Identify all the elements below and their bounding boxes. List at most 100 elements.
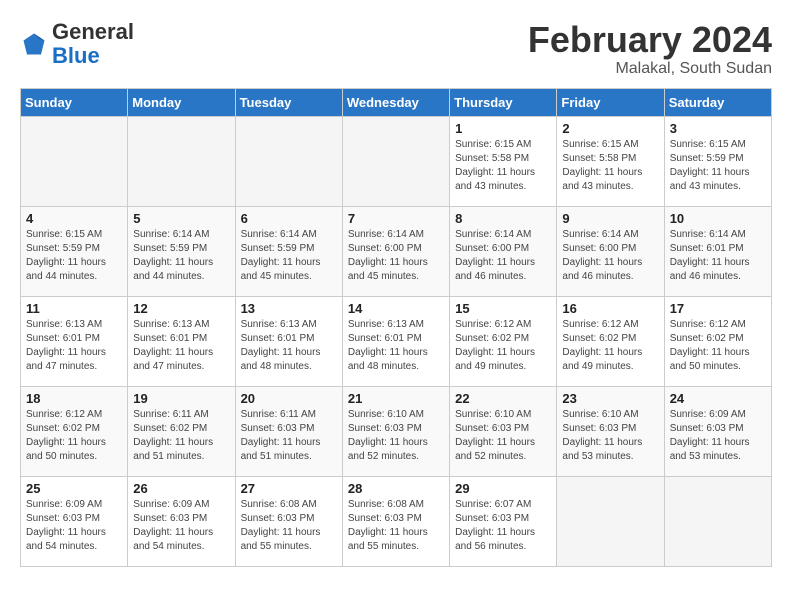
day-info: Sunrise: 6:13 AMSunset: 6:01 PMDaylight:… [26, 318, 122, 374]
day-number: 28 [348, 481, 444, 496]
calendar-subtitle: Malakal, South Sudan [528, 60, 772, 78]
calendar-day-cell: 19 Sunrise: 6:11 AMSunset: 6:02 PMDayligh… [128, 386, 235, 476]
day-info: Sunrise: 6:14 AMSunset: 5:59 PMDaylight:… [241, 228, 337, 284]
calendar-day-cell: 14Sunrise: 6:13 AMSunset: 6:01 PMDayligh… [342, 296, 449, 386]
day-number: 23 [562, 391, 658, 406]
day-info: Sunrise: 6:10 AMSunset: 6:03 PMDaylight:… [455, 408, 551, 464]
calendar-day-cell: 13 Sunrise: 6:13 AMSunset: 6:01 PMDayligh… [235, 296, 342, 386]
calendar-week-row: 1 Sunrise: 6:15 AMSunset: 5:58 PMDaylight… [21, 116, 772, 206]
calendar-week-row: 18 Sunrise: 6:12 AMSunset: 6:02 PMDayligh… [21, 386, 772, 476]
column-header-saturday: Saturday [664, 88, 771, 116]
day-info: Sunrise: 6:15 AMSunset: 5:58 PMDaylight:… [455, 138, 551, 194]
calendar-day-cell: 11Sunrise: 6:13 AMSunset: 6:01 PMDayligh… [21, 296, 128, 386]
calendar-header-row: SundayMondayTuesdayWednesdayThursdayFrid… [21, 88, 772, 116]
day-number: 18 [26, 391, 122, 406]
day-number: 26 [133, 481, 229, 496]
day-number: 22 [455, 391, 551, 406]
day-number: 2 [562, 121, 658, 136]
calendar-day-cell: 17 Sunrise: 6:12 AMSunset: 6:02 PMDayligh… [664, 296, 771, 386]
calendar-day-cell: 27 Sunrise: 6:08 AMSunset: 6:03 PMDayligh… [235, 476, 342, 566]
calendar-day-cell: 29Sunrise: 6:07 AMSunset: 6:03 PMDayligh… [450, 476, 557, 566]
calendar-day-cell: 15 Sunrise: 6:12 AMSunset: 6:02 PMDayligh… [450, 296, 557, 386]
day-info: Sunrise: 6:12 AMSunset: 6:02 PMDaylight:… [455, 318, 551, 374]
calendar-day-cell: 8 Sunrise: 6:14 AMSunset: 6:00 PMDaylight… [450, 206, 557, 296]
day-info: Sunrise: 6:08 AMSunset: 6:03 PMDaylight:… [241, 498, 337, 554]
column-header-wednesday: Wednesday [342, 88, 449, 116]
calendar-day-cell: 18 Sunrise: 6:12 AMSunset: 6:02 PMDayligh… [21, 386, 128, 476]
day-number: 7 [348, 211, 444, 226]
day-info: Sunrise: 6:15 AMSunset: 5:58 PMDaylight:… [562, 138, 658, 194]
day-info: Sunrise: 6:11 AMSunset: 6:03 PMDaylight:… [241, 408, 337, 464]
calendar-day-cell: 9Sunrise: 6:14 AMSunset: 6:00 PMDaylight… [557, 206, 664, 296]
calendar-day-cell [128, 116, 235, 206]
column-header-friday: Friday [557, 88, 664, 116]
calendar-day-cell: 6 Sunrise: 6:14 AMSunset: 5:59 PMDaylight… [235, 206, 342, 296]
day-info: Sunrise: 6:15 AMSunset: 5:59 PMDaylight:… [670, 138, 766, 194]
day-info: Sunrise: 6:15 AMSunset: 5:59 PMDaylight:… [26, 228, 122, 284]
day-info: Sunrise: 6:13 AMSunset: 6:01 PMDaylight:… [133, 318, 229, 374]
day-number: 27 [241, 481, 337, 496]
calendar-title: February 2024 [528, 20, 772, 60]
logo-general-text: General [52, 19, 134, 44]
day-number: 6 [241, 211, 337, 226]
calendar-day-cell: 2 Sunrise: 6:15 AMSunset: 5:58 PMDaylight… [557, 116, 664, 206]
calendar-table: SundayMondayTuesdayWednesdayThursdayFrid… [20, 88, 772, 567]
day-info: Sunrise: 6:12 AMSunset: 6:02 PMDaylight:… [670, 318, 766, 374]
calendar-day-cell: 23 Sunrise: 6:10 AMSunset: 6:03 PMDayligh… [557, 386, 664, 476]
day-info: Sunrise: 6:09 AMSunset: 6:03 PMDaylight:… [133, 498, 229, 554]
day-number: 17 [670, 301, 766, 316]
day-info: Sunrise: 6:10 AMSunset: 6:03 PMDaylight:… [348, 408, 444, 464]
calendar-day-cell: 16 Sunrise: 6:12 AMSunset: 6:02 PMDayligh… [557, 296, 664, 386]
calendar-week-row: 25Sunrise: 6:09 AMSunset: 6:03 PMDayligh… [21, 476, 772, 566]
calendar-day-cell: 3 Sunrise: 6:15 AMSunset: 5:59 PMDaylight… [664, 116, 771, 206]
day-info: Sunrise: 6:09 AMSunset: 6:03 PMDaylight:… [670, 408, 766, 464]
page-header: General Blue February 2024 Malakal, Sout… [20, 20, 772, 78]
day-number: 8 [455, 211, 551, 226]
day-info: Sunrise: 6:09 AMSunset: 6:03 PMDaylight:… [26, 498, 122, 554]
day-number: 4 [26, 211, 122, 226]
day-number: 1 [455, 121, 551, 136]
day-number: 12 [133, 301, 229, 316]
day-number: 21 [348, 391, 444, 406]
day-number: 16 [562, 301, 658, 316]
logo-icon [20, 30, 48, 58]
day-info: Sunrise: 6:14 AMSunset: 6:01 PMDaylight:… [670, 228, 766, 284]
day-number: 10 [670, 211, 766, 226]
calendar-day-cell: 10 Sunrise: 6:14 AMSunset: 6:01 PMDayligh… [664, 206, 771, 296]
calendar-day-cell: 20 Sunrise: 6:11 AMSunset: 6:03 PMDayligh… [235, 386, 342, 476]
calendar-day-cell [21, 116, 128, 206]
day-info: Sunrise: 6:12 AMSunset: 6:02 PMDaylight:… [26, 408, 122, 464]
title-block: February 2024 Malakal, South Sudan [528, 20, 772, 78]
calendar-day-cell: 12 Sunrise: 6:13 AMSunset: 6:01 PMDayligh… [128, 296, 235, 386]
column-header-sunday: Sunday [21, 88, 128, 116]
logo-blue-text: Blue [52, 43, 100, 68]
calendar-day-cell: 24 Sunrise: 6:09 AMSunset: 6:03 PMDayligh… [664, 386, 771, 476]
column-header-thursday: Thursday [450, 88, 557, 116]
day-info: Sunrise: 6:12 AMSunset: 6:02 PMDaylight:… [562, 318, 658, 374]
day-number: 20 [241, 391, 337, 406]
day-info: Sunrise: 6:14 AMSunset: 6:00 PMDaylight:… [348, 228, 444, 284]
day-info: Sunrise: 6:08 AMSunset: 6:03 PMDaylight:… [348, 498, 444, 554]
calendar-week-row: 4 Sunrise: 6:15 AMSunset: 5:59 PMDaylight… [21, 206, 772, 296]
day-number: 5 [133, 211, 229, 226]
column-header-tuesday: Tuesday [235, 88, 342, 116]
calendar-day-cell: 1 Sunrise: 6:15 AMSunset: 5:58 PMDaylight… [450, 116, 557, 206]
calendar-day-cell: 5 Sunrise: 6:14 AMSunset: 5:59 PMDaylight… [128, 206, 235, 296]
day-info: Sunrise: 6:11 AMSunset: 6:02 PMDaylight:… [133, 408, 229, 464]
day-number: 9 [562, 211, 658, 226]
day-number: 15 [455, 301, 551, 316]
day-info: Sunrise: 6:14 AMSunset: 5:59 PMDaylight:… [133, 228, 229, 284]
day-info: Sunrise: 6:10 AMSunset: 6:03 PMDaylight:… [562, 408, 658, 464]
day-number: 3 [670, 121, 766, 136]
calendar-day-cell: 4 Sunrise: 6:15 AMSunset: 5:59 PMDaylight… [21, 206, 128, 296]
day-info: Sunrise: 6:13 AMSunset: 6:01 PMDaylight:… [241, 318, 337, 374]
calendar-day-cell: 7 Sunrise: 6:14 AMSunset: 6:00 PMDaylight… [342, 206, 449, 296]
calendar-day-cell [342, 116, 449, 206]
day-info: Sunrise: 6:14 AMSunset: 6:00 PMDaylight:… [455, 228, 551, 284]
day-number: 13 [241, 301, 337, 316]
day-number: 29 [455, 481, 551, 496]
calendar-day-cell: 26 Sunrise: 6:09 AMSunset: 6:03 PMDayligh… [128, 476, 235, 566]
column-header-monday: Monday [128, 88, 235, 116]
day-number: 19 [133, 391, 229, 406]
day-number: 24 [670, 391, 766, 406]
